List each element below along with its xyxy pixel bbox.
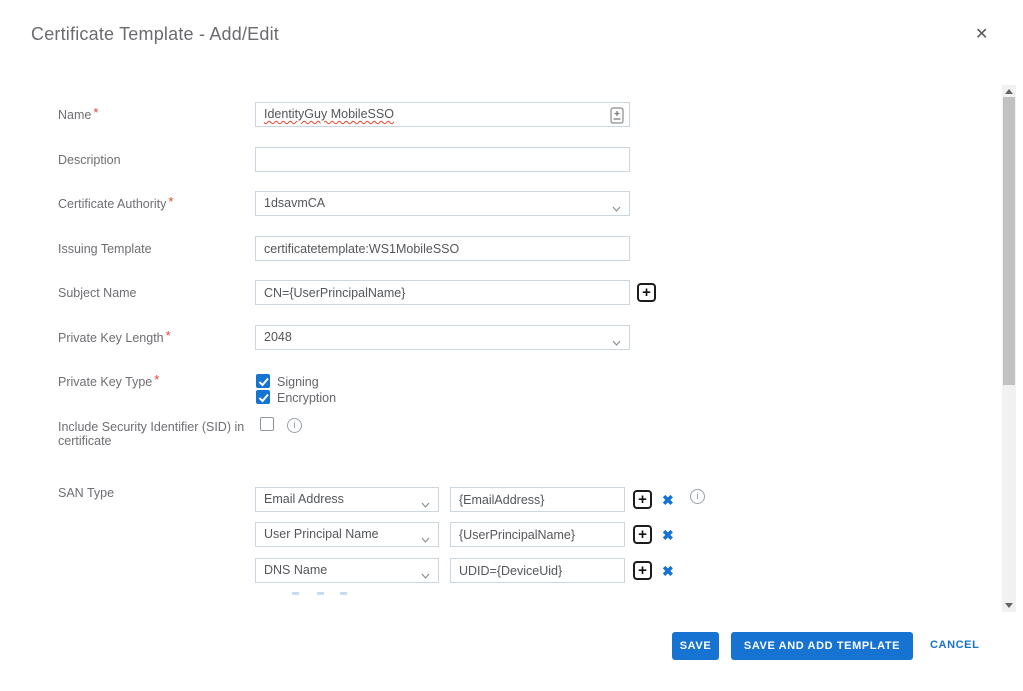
save-and-add-template-button[interactable]: SAVE AND ADD TEMPLATE	[731, 632, 913, 660]
issuing-template-label: Issuing Template	[58, 242, 152, 256]
required-asterisk: *	[93, 105, 99, 120]
chevron-down-icon	[421, 568, 430, 582]
name-label: Name *	[58, 105, 99, 123]
clipped-row-artifact	[340, 592, 347, 595]
signing-checkbox[interactable]	[256, 374, 270, 388]
scroll-down-icon[interactable]	[1005, 603, 1013, 608]
certificate-authority-value: 1dsavmCA	[264, 196, 326, 210]
chevron-down-icon	[421, 497, 430, 511]
private-key-length-value: 2048	[264, 330, 292, 344]
close-icon[interactable]: ✕	[975, 27, 988, 43]
save-button[interactable]: SAVE	[672, 632, 719, 660]
signing-checkbox-label: Signing	[277, 375, 319, 389]
name-field[interactable]: IdentityGuy MobileSSO	[255, 102, 630, 127]
private-key-length-select[interactable]: 2048	[255, 325, 630, 350]
include-sid-checkbox[interactable]	[260, 417, 274, 431]
subject-name-add-button[interactable]: +	[637, 283, 656, 302]
lookup-values-icon[interactable]	[610, 107, 624, 127]
san-value-field[interactable]	[450, 522, 625, 547]
info-icon[interactable]: i	[287, 418, 302, 433]
chevron-down-icon	[612, 335, 621, 349]
encryption-checkbox-label: Encryption	[277, 391, 337, 405]
checkmark-icon	[258, 377, 269, 387]
chevron-down-icon	[421, 532, 430, 546]
private-key-length-label: Private Key Length *	[58, 328, 171, 346]
name-value: IdentityGuy MobileSSO	[264, 107, 394, 121]
required-asterisk: *	[165, 328, 171, 343]
san-type-select[interactable]: User Principal Name	[255, 522, 439, 547]
checkmark-icon	[258, 393, 269, 403]
san-type-label: SAN Type	[58, 486, 115, 500]
san-value-field[interactable]	[450, 558, 625, 583]
page-title: Certificate Template - Add/Edit	[31, 24, 279, 44]
private-key-type-label: Private Key Type *	[58, 372, 160, 390]
subject-name-field[interactable]	[255, 280, 630, 305]
description-field[interactable]	[255, 147, 630, 172]
vertical-scrollbar[interactable]	[1002, 85, 1016, 612]
san-add-button[interactable]: +	[633, 561, 652, 580]
clipped-row-artifact	[292, 592, 299, 595]
san-remove-icon[interactable]: ✖	[662, 492, 674, 508]
description-label: Description	[58, 153, 121, 167]
certificate-authority-select[interactable]: 1dsavmCA	[255, 191, 630, 216]
scrollbar-thumb[interactable]	[1003, 97, 1015, 385]
certificate-template-dialog: Certificate Template - Add/Edit ✕ Name * …	[0, 0, 1023, 691]
certificate-authority-label: Certificate Authority *	[58, 194, 174, 212]
san-add-button[interactable]: +	[633, 490, 652, 509]
chevron-down-icon	[612, 201, 621, 215]
san-add-button[interactable]: +	[633, 525, 652, 544]
required-asterisk: *	[154, 372, 160, 387]
info-icon[interactable]: i	[690, 489, 705, 504]
clipped-row-artifact	[317, 592, 324, 595]
san-type-select[interactable]: DNS Name	[255, 558, 439, 583]
san-value-field[interactable]	[450, 487, 625, 512]
required-asterisk: *	[168, 194, 174, 209]
issuing-template-field[interactable]	[255, 236, 630, 261]
encryption-checkbox[interactable]	[256, 390, 270, 404]
san-remove-icon[interactable]: ✖	[662, 527, 674, 543]
include-sid-label: Include Security Identifier (SID) in cer…	[58, 420, 245, 448]
san-remove-icon[interactable]: ✖	[662, 563, 674, 579]
san-type-select[interactable]: Email Address	[255, 487, 439, 512]
subject-name-label: Subject Name	[58, 286, 137, 300]
scroll-up-icon[interactable]	[1005, 89, 1013, 94]
cancel-button[interactable]: CANCEL	[930, 639, 979, 651]
